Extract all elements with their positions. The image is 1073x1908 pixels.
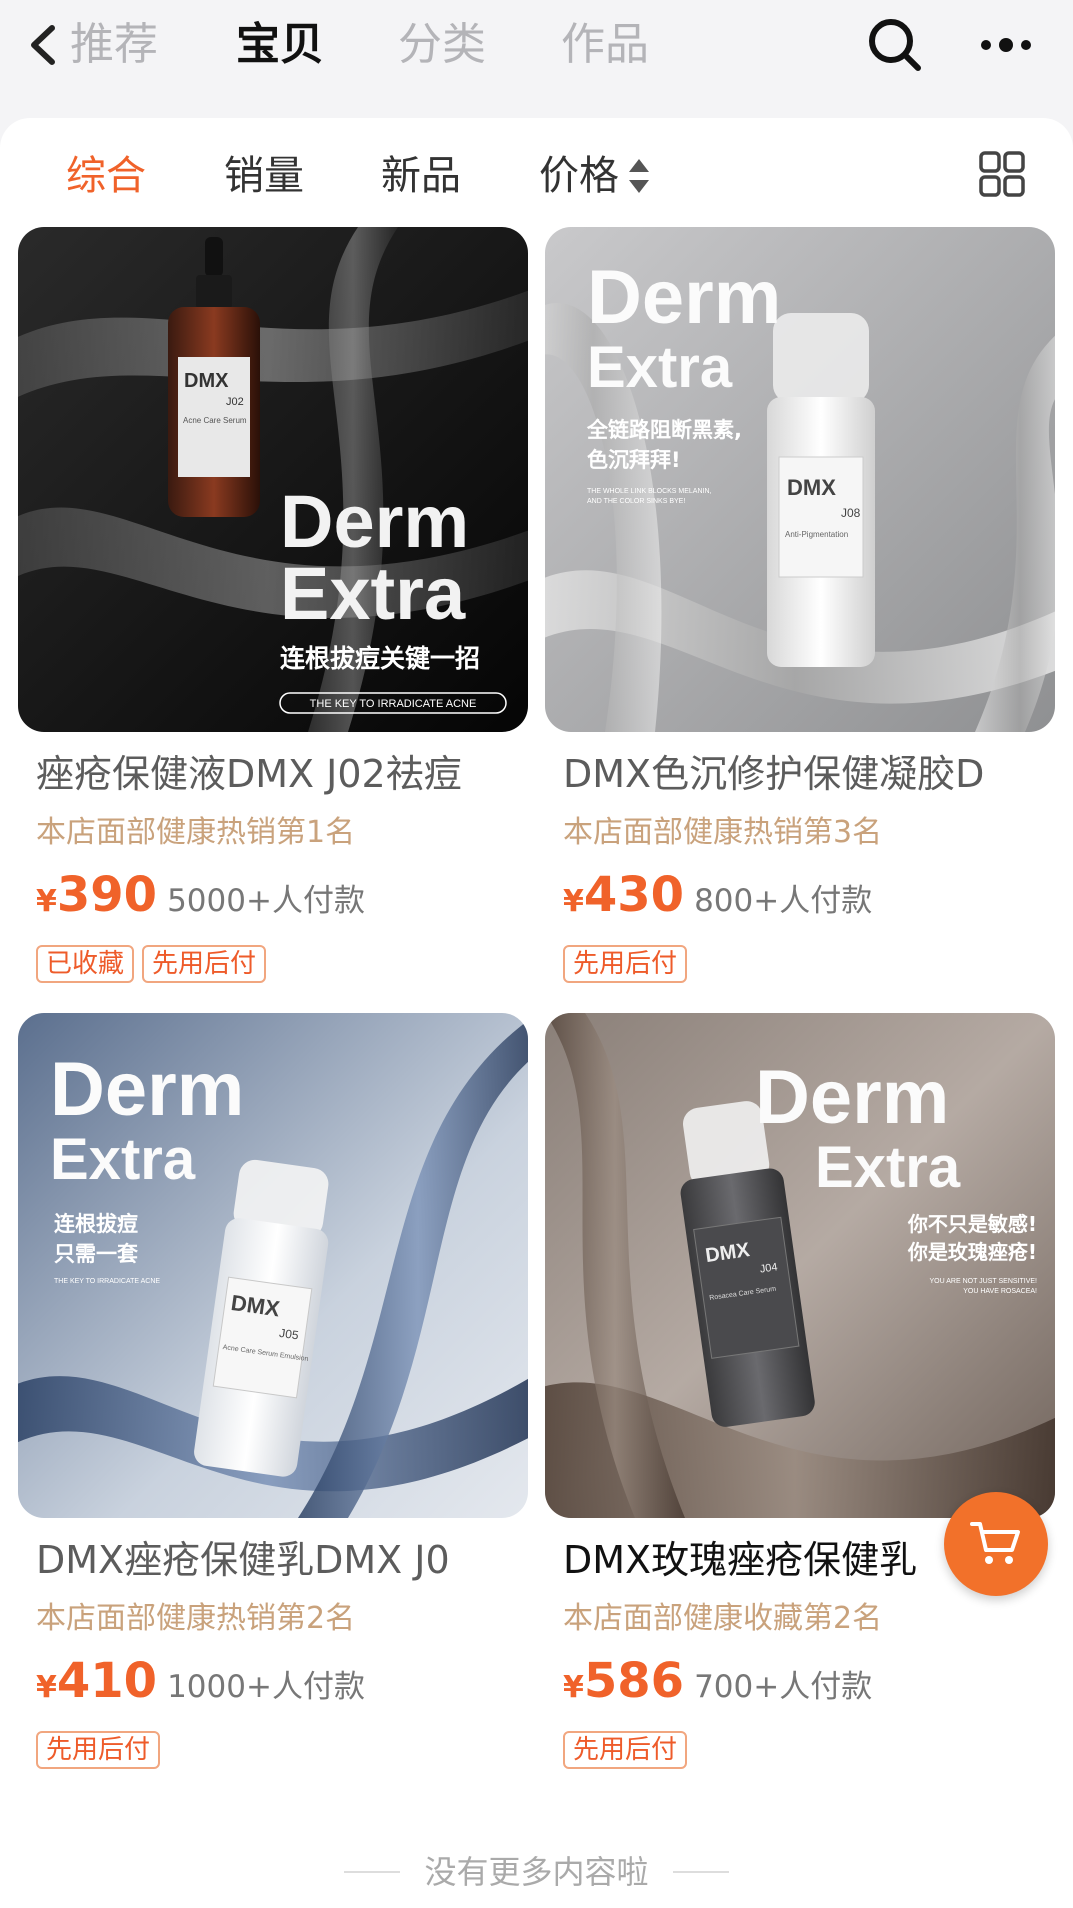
sort-arrows-icon[interactable]: [628, 157, 650, 195]
brand-line1: Derm: [280, 480, 469, 563]
back-icon[interactable]: [26, 20, 60, 70]
tab-categories[interactable]: 分类: [398, 14, 486, 76]
image-tagline-2: AND THE COLOR SINKS BYE!: [587, 498, 685, 505]
badge-pay-later: 先用后付: [563, 945, 688, 983]
badges: 先用后付: [563, 1731, 695, 1769]
tab-recommend[interactable]: 推荐: [70, 14, 158, 76]
rank-text: 本店面部健康热销第3名: [563, 815, 883, 850]
grid-view-icon[interactable]: [978, 150, 1026, 198]
product-image[interactable]: DMX J04 Rosacea Care Serum Derm Extra 你不…: [545, 1013, 1055, 1518]
price: 430: [583, 867, 685, 923]
sort-comprehensive[interactable]: 综合: [66, 148, 146, 204]
image-slogan-2: 色沉拜拜!: [587, 448, 681, 472]
brand-line2: Extra: [815, 1135, 961, 1200]
product-image[interactable]: DMX J02 Acne Care Serum Derm Extra 连根拔痘关…: [18, 227, 528, 732]
badges: 已收藏 先用后付: [36, 945, 274, 983]
top-nav: 推荐 宝贝 分类 作品: [0, 0, 1073, 96]
image-slogan: 连根拔痘关键一招: [280, 644, 480, 673]
price-row: ¥410 1000+人付款: [36, 1653, 365, 1717]
image-tagline-1: YOU ARE NOT JUST SENSITIVE!: [930, 1278, 1038, 1285]
price-row: ¥430 800+人付款: [563, 867, 872, 931]
brand-line1: Derm: [755, 1055, 949, 1140]
bottle-code: J05: [278, 1326, 299, 1343]
bottle-brand: DMX: [787, 475, 836, 500]
shopping-cart-icon: [970, 1522, 1020, 1564]
brand-line1: Derm: [587, 255, 781, 340]
image-tagline-2: YOU HAVE ROSACEA!: [963, 1288, 1037, 1295]
rank-text: 本店面部健康热销第2名: [36, 1601, 356, 1636]
bottle-code: J04: [759, 1261, 778, 1275]
product-card[interactable]: DMX J05 Acne Care Serum Emulsion Derm Ex…: [18, 1013, 528, 1773]
sort-price[interactable]: 价格: [539, 148, 619, 204]
sales-count: 1000+人付款: [167, 1669, 365, 1705]
price: 390: [56, 867, 158, 923]
bottle-code: J02: [226, 396, 244, 408]
bottle-sub: Anti-Pigmentation: [785, 530, 848, 539]
image-slogan-1: 连根拔痘: [54, 1212, 138, 1236]
cart-button[interactable]: [944, 1492, 1048, 1596]
product-image[interactable]: DMX J08 Anti-Pigmentation Derm Extra 全链路…: [545, 227, 1055, 732]
badges: 先用后付: [563, 945, 695, 983]
search-icon[interactable]: [866, 16, 924, 74]
rank-text: 本店面部健康收藏第2名: [563, 1601, 883, 1636]
price-row: ¥390 5000+人付款: [36, 867, 365, 931]
brand-line2: Extra: [280, 552, 466, 635]
image-slogan-1: 全链路阻断黑素,: [586, 418, 742, 442]
price: 586: [583, 1653, 685, 1709]
brand-line2: Extra: [50, 1127, 196, 1192]
badge-pay-later: 先用后付: [563, 1731, 688, 1769]
badges: 先用后付: [36, 1731, 168, 1769]
product-card[interactable]: DMX J08 Anti-Pigmentation Derm Extra 全链路…: [545, 227, 1055, 987]
sales-count: 800+人付款: [694, 883, 873, 919]
bottle-code: J08: [841, 506, 861, 520]
currency: ¥: [36, 1670, 57, 1705]
image-slogan-1: 你不只是敏感!: [907, 1212, 1037, 1236]
image-tagline-1: THE WHOLE LINK BLOCKS MELANIN,: [587, 488, 712, 495]
price-row: ¥586 700+人付款: [563, 1653, 872, 1717]
more-icon[interactable]: [976, 20, 1036, 70]
image-slogan-2: 你是玫瑰痤疮!: [907, 1240, 1037, 1264]
bottle-sub: Acne Care Serum: [183, 416, 247, 425]
badge-pay-later: 先用后付: [36, 1731, 161, 1769]
image-tagline: THE KEY TO IRRADICATE ACNE: [54, 1278, 160, 1285]
product-title[interactable]: 痤疮保健液DMX J02祛痘: [36, 747, 536, 801]
currency: ¥: [36, 884, 57, 919]
product-card[interactable]: DMX J04 Rosacea Care Serum Derm Extra 你不…: [545, 1013, 1055, 1773]
currency: ¥: [563, 1670, 584, 1705]
no-more-content: 没有更多内容啦: [424, 1853, 649, 1891]
price: 410: [56, 1653, 158, 1709]
tab-works[interactable]: 作品: [561, 14, 649, 76]
bottle-brand: DMX: [184, 370, 229, 392]
badge-pay-later: 先用后付: [142, 945, 267, 983]
image-slogan-2: 只需一套: [54, 1242, 138, 1266]
product-image[interactable]: DMX J05 Acne Care Serum Emulsion Derm Ex…: [18, 1013, 528, 1518]
tab-products[interactable]: 宝贝: [236, 14, 324, 76]
sort-sales[interactable]: 销量: [224, 148, 304, 204]
brand-line2: Extra: [587, 335, 733, 400]
rank-text: 本店面部健康热销第1名: [36, 815, 356, 850]
brand-line1: Derm: [50, 1047, 244, 1132]
image-tagline: THE KEY TO IRRADICATE ACNE: [310, 698, 477, 710]
product-card[interactable]: DMX J02 Acne Care Serum Derm Extra 连根拔痘关…: [18, 227, 528, 987]
sort-new[interactable]: 新品: [381, 148, 461, 204]
product-title[interactable]: DMX痤疮保健乳DMX J0: [36, 1533, 536, 1587]
badge-favorited: 已收藏: [36, 945, 135, 983]
sales-count: 700+人付款: [694, 1669, 873, 1705]
product-title[interactable]: DMX色沉修护保健凝胶D: [563, 747, 1063, 801]
sales-count: 5000+人付款: [167, 883, 365, 919]
currency: ¥: [563, 884, 584, 919]
